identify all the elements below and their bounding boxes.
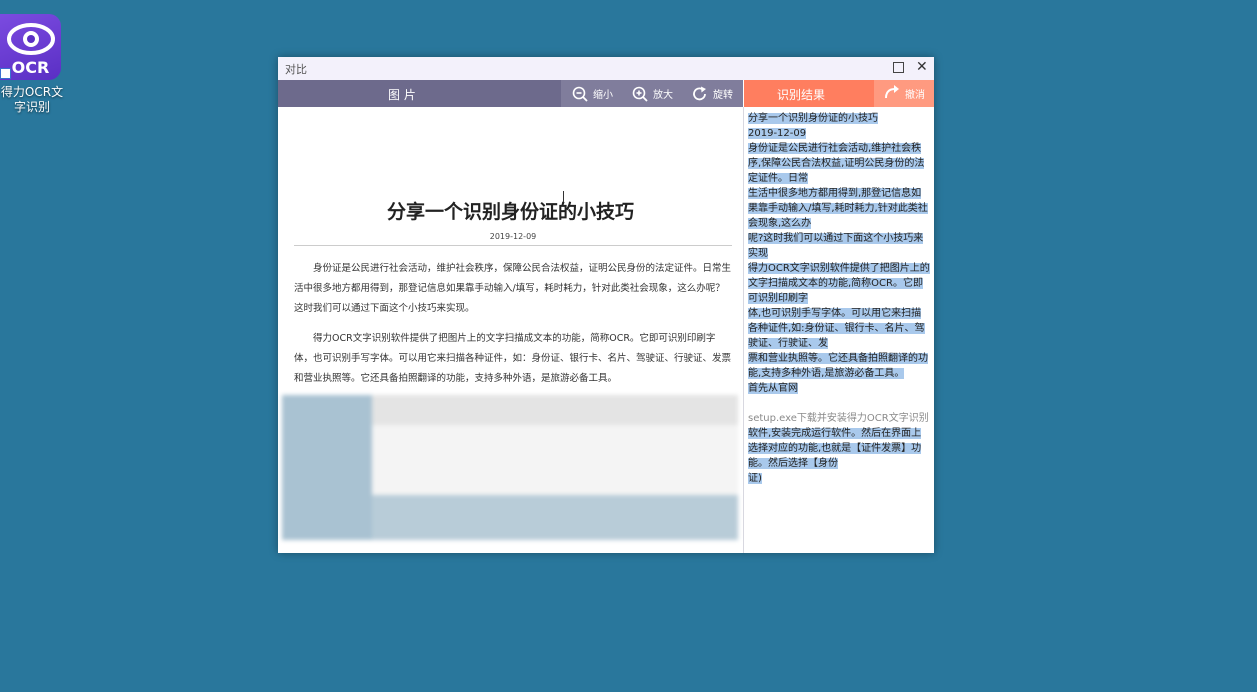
result-line: setup.exe下载并安装得力OCR文字识别 — [748, 413, 929, 424]
result-panel-header: 识别结果 撤消 — [744, 80, 934, 107]
doc-divider — [294, 245, 732, 246]
result-line: 首先从官网 — [748, 383, 798, 394]
title-bar[interactable]: 对比 ✕ — [278, 57, 934, 80]
result-line: 票和营业执照等。它还具备拍照翻译的功能,支持多种外语,是旅游必备工具。 — [748, 353, 928, 379]
result-line: 得力OCR文字识别软件提供了把图片上的文字扫描成文本的功能,简称OCR。它即可识… — [748, 263, 930, 304]
result-line: 体,也可识别手写字体。可以用它来扫描各种证件,如:身份证、银行卡、名片、驾驶证、… — [748, 308, 925, 349]
zoom-out-icon — [572, 86, 588, 102]
ocr-result-textarea[interactable]: 分享一个识别身份证的小技巧 2019-12-09 身份证是公民进行社会活动,维护… — [744, 107, 934, 553]
result-line — [748, 396, 930, 411]
result-panel-title: 识别结果 — [777, 88, 826, 102]
document-image: 分享一个识别身份证的小技巧 2019-12-09 身份证是公民进行社会活动，维护… — [278, 107, 743, 553]
result-line: 软件,安装完成运行软件。然后在界面上选择对应的功能,也就是【证件发票】功能。然后… — [748, 428, 922, 469]
doc-paragraph: 得力OCR文字识别软件提供了把图片上的文字扫描成文本的功能，简称OCR。它即可识… — [294, 333, 732, 384]
text-cursor — [563, 191, 564, 202]
result-line: 生活中很多地方都用得到,那登记信息如果靠手动输入/填写,耗时耗力,针对此类社会现… — [748, 188, 928, 229]
zoom-in-icon — [632, 86, 648, 102]
redo-arrow-icon — [884, 85, 900, 102]
image-toolbar: 缩小 放大 旋转 — [561, 80, 743, 107]
undo-button[interactable]: 撤消 — [874, 80, 934, 107]
rotate-label: 旋转 — [713, 90, 733, 101]
result-line: 身份证是公民进行社会活动,维护社会秩序,保障公民合法权益,证明公民身份的法定证件… — [748, 143, 925, 184]
close-button[interactable]: ✕ — [916, 59, 928, 75]
result-line: 呢?这时我们可以通过下面这个小技巧来实现 — [748, 233, 924, 259]
zoom-out-button[interactable]: 缩小 — [572, 80, 613, 107]
blurred-image-region — [282, 395, 738, 540]
doc-date: 2019-12-09 — [489, 232, 537, 241]
rotate-button[interactable]: 旋转 — [692, 80, 733, 107]
window-title: 对比 — [285, 63, 307, 76]
result-line: 分享一个识别身份证的小技巧 — [748, 113, 878, 124]
image-panel-header: 图 片 缩小 放大 旋转 — [278, 80, 743, 107]
rotate-icon — [692, 86, 708, 102]
image-panel-title: 图 片 — [388, 88, 416, 102]
shortcut-arrow-icon — [0, 68, 11, 79]
eye-icon — [7, 23, 55, 55]
doc-paragraph: 身份证是公民进行社会活动，维护社会秩序，保障公民合法权益，证明公民身份的法定证件… — [294, 263, 732, 314]
ocr-result-text[interactable]: 分享一个识别身份证的小技巧 2019-12-09 身份证是公民进行社会活动,维护… — [748, 111, 930, 486]
zoom-out-label: 缩小 — [593, 90, 613, 101]
doc-title: 分享一个识别身份证的小技巧 — [386, 201, 634, 223]
undo-label: 撤消 — [905, 90, 925, 101]
shortcut-label[interactable]: 得力OCR文字识别 — [0, 85, 64, 115]
result-line: 2019-12-09 — [748, 128, 807, 139]
zoom-in-button[interactable]: 放大 — [632, 80, 673, 107]
maximize-button[interactable] — [893, 62, 904, 73]
result-line: 证) — [748, 473, 762, 484]
zoom-in-label: 放大 — [653, 90, 673, 101]
compare-window: 对比 ✕ 图 片 缩小 放大 旋转 识别结果 撤消 分享一个识别身份证的小技巧 … — [278, 57, 934, 553]
